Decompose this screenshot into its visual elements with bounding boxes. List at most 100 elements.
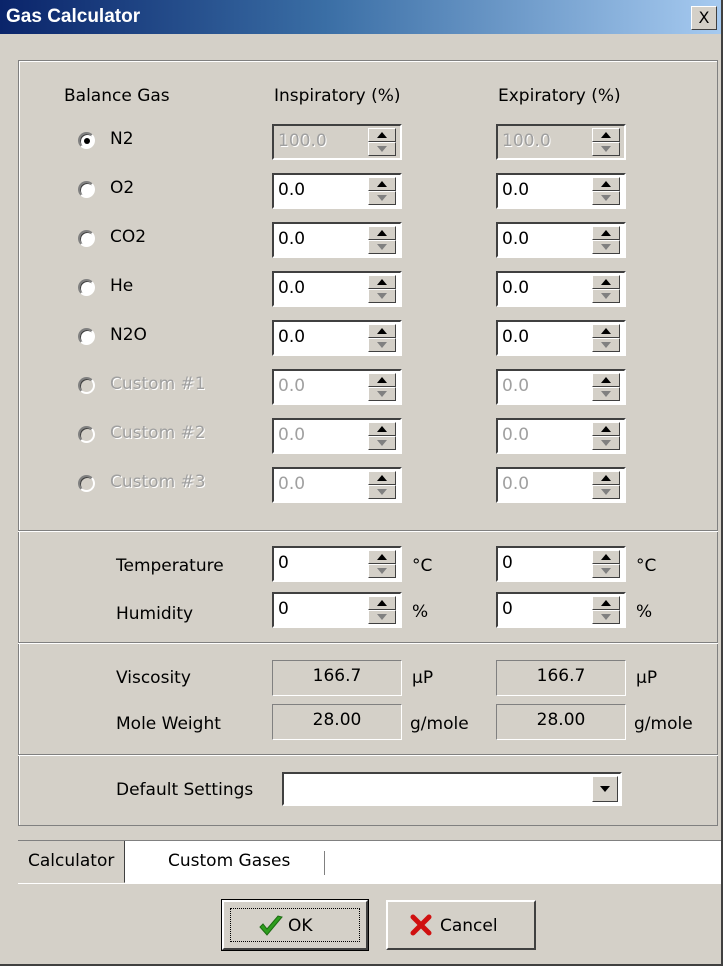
gas-calculator-window: Gas Calculator X Balance Gas Inspiratory… (0, 0, 723, 966)
cancel-button[interactable]: Cancel (386, 900, 536, 950)
spin-up-icon[interactable] (592, 177, 620, 191)
spin-up-icon[interactable] (368, 596, 396, 610)
spin-up-icon[interactable] (368, 177, 396, 191)
inspiratory-spinner: 100.0 (272, 124, 402, 160)
spin-up-icon (592, 128, 620, 142)
expiratory-mole-weight-value: 28.00 (496, 704, 626, 740)
title-bar[interactable]: Gas Calculator X (0, 0, 721, 34)
spin-down-icon[interactable] (592, 564, 620, 578)
viscosity-label: Viscosity (116, 668, 191, 688)
gas-label: CO2 (110, 227, 147, 247)
expiratory-viscosity-unit: µP (636, 668, 658, 688)
expiratory-value: 0.0 (502, 425, 530, 445)
inspiratory-mole-weight-unit: g/mole (410, 714, 469, 734)
inspiratory-humidity-spinner[interactable]: 0 (272, 592, 402, 628)
inspiratory-value: 0.0 (278, 474, 306, 494)
spin-down-icon[interactable] (368, 338, 396, 352)
expiratory-humidity-value[interactable]: 0 (502, 599, 513, 619)
gas-radio-5 (78, 377, 95, 394)
inspiratory-spinner[interactable]: 0.0 (272, 173, 402, 209)
expiratory-value: 0.0 (502, 376, 530, 396)
expiratory-value[interactable]: 0.0 (502, 229, 529, 249)
inspiratory-header: Inspiratory (%) (274, 86, 401, 106)
tab-separator (324, 851, 325, 875)
spin-down-icon[interactable] (368, 289, 396, 303)
expiratory-temperature-value[interactable]: 0 (502, 553, 513, 573)
spin-up-icon (592, 422, 620, 436)
gas-radio-4[interactable] (78, 328, 95, 345)
inspiratory-value: 0.0 (278, 425, 306, 445)
spin-down-icon[interactable] (592, 338, 620, 352)
spin-up-icon (368, 128, 396, 142)
x-icon (410, 914, 432, 936)
separator (18, 754, 718, 756)
gas-radio-0[interactable] (78, 132, 95, 149)
gas-row: N2 100.0 100.0 (0, 124, 723, 164)
inspiratory-spinner[interactable]: 0.0 (272, 271, 402, 307)
spin-up-icon[interactable] (592, 550, 620, 564)
inspiratory-temperature-spinner[interactable]: 0 (272, 546, 402, 582)
spin-up-icon (368, 471, 396, 485)
ok-button[interactable]: OK (221, 899, 369, 951)
spin-up-icon[interactable] (368, 550, 396, 564)
gas-label: Custom #2 (110, 423, 206, 443)
expiratory-header: Expiratory (%) (498, 86, 621, 106)
expiratory-value: 0.0 (502, 474, 530, 494)
window-title: Gas Calculator (6, 6, 141, 27)
spin-down-icon[interactable] (592, 289, 620, 303)
spin-up-icon[interactable] (592, 596, 620, 610)
expiratory-value[interactable]: 0.0 (502, 327, 529, 347)
spin-down-icon (592, 436, 620, 450)
expiratory-temperature-spinner[interactable]: 0 (496, 546, 626, 582)
spin-down-icon[interactable] (592, 191, 620, 205)
expiratory-value[interactable]: 0.0 (502, 180, 529, 200)
expiratory-viscosity-value: 166.7 (496, 660, 626, 696)
expiratory-value[interactable]: 0.0 (502, 278, 529, 298)
tab-bar: Calculator Custom Gases (18, 840, 721, 884)
inspiratory-value[interactable]: 0.0 (278, 229, 305, 249)
spin-up-icon[interactable] (592, 275, 620, 289)
spin-up-icon (592, 471, 620, 485)
close-button[interactable]: X (691, 6, 717, 30)
tab-calculator[interactable]: Calculator (18, 841, 126, 883)
spin-down-icon[interactable] (592, 610, 620, 624)
spin-up-icon[interactable] (368, 324, 396, 338)
spin-down-icon[interactable] (368, 191, 396, 205)
gas-radio-3[interactable] (78, 279, 95, 296)
spin-down-icon[interactable] (368, 240, 396, 254)
inspiratory-temperature-value[interactable]: 0 (278, 553, 289, 573)
tab-custom-gases[interactable]: Custom Gases (158, 841, 300, 883)
gas-row: He 0.0 0.0 (0, 271, 723, 311)
spin-up-icon[interactable] (592, 324, 620, 338)
gas-radio-2[interactable] (78, 230, 95, 247)
spin-down-icon[interactable] (592, 240, 620, 254)
spin-down-icon (368, 387, 396, 401)
spin-up-icon[interactable] (592, 226, 620, 240)
spin-down-icon (592, 142, 620, 156)
default-settings-label: Default Settings (116, 780, 254, 800)
inspiratory-spinner[interactable]: 0.0 (272, 320, 402, 356)
gas-label: N2O (110, 325, 147, 345)
chevron-down-icon[interactable] (592, 776, 618, 802)
spin-down-icon (592, 485, 620, 499)
spin-down-icon[interactable] (368, 564, 396, 578)
expiratory-spinner[interactable]: 0.0 (496, 320, 626, 356)
default-settings-dropdown[interactable] (282, 772, 622, 806)
inspiratory-humidity-value[interactable]: 0 (278, 599, 289, 619)
expiratory-spinner[interactable]: 0.0 (496, 222, 626, 258)
inspiratory-spinner[interactable]: 0.0 (272, 222, 402, 258)
expiratory-temperature-unit: °C (636, 556, 657, 576)
inspiratory-value[interactable]: 0.0 (278, 278, 305, 298)
expiratory-spinner[interactable]: 0.0 (496, 173, 626, 209)
gas-radio-1[interactable] (78, 181, 95, 198)
expiratory-humidity-spinner[interactable]: 0 (496, 592, 626, 628)
gas-row: Custom #2 0.0 0.0 (0, 418, 723, 458)
expiratory-spinner[interactable]: 0.0 (496, 271, 626, 307)
spin-down-icon[interactable] (368, 610, 396, 624)
spin-up-icon[interactable] (368, 275, 396, 289)
spin-up-icon[interactable] (368, 226, 396, 240)
spin-down-icon (368, 436, 396, 450)
inspiratory-value[interactable]: 0.0 (278, 327, 305, 347)
gas-label: O2 (110, 178, 135, 198)
inspiratory-value[interactable]: 0.0 (278, 180, 305, 200)
